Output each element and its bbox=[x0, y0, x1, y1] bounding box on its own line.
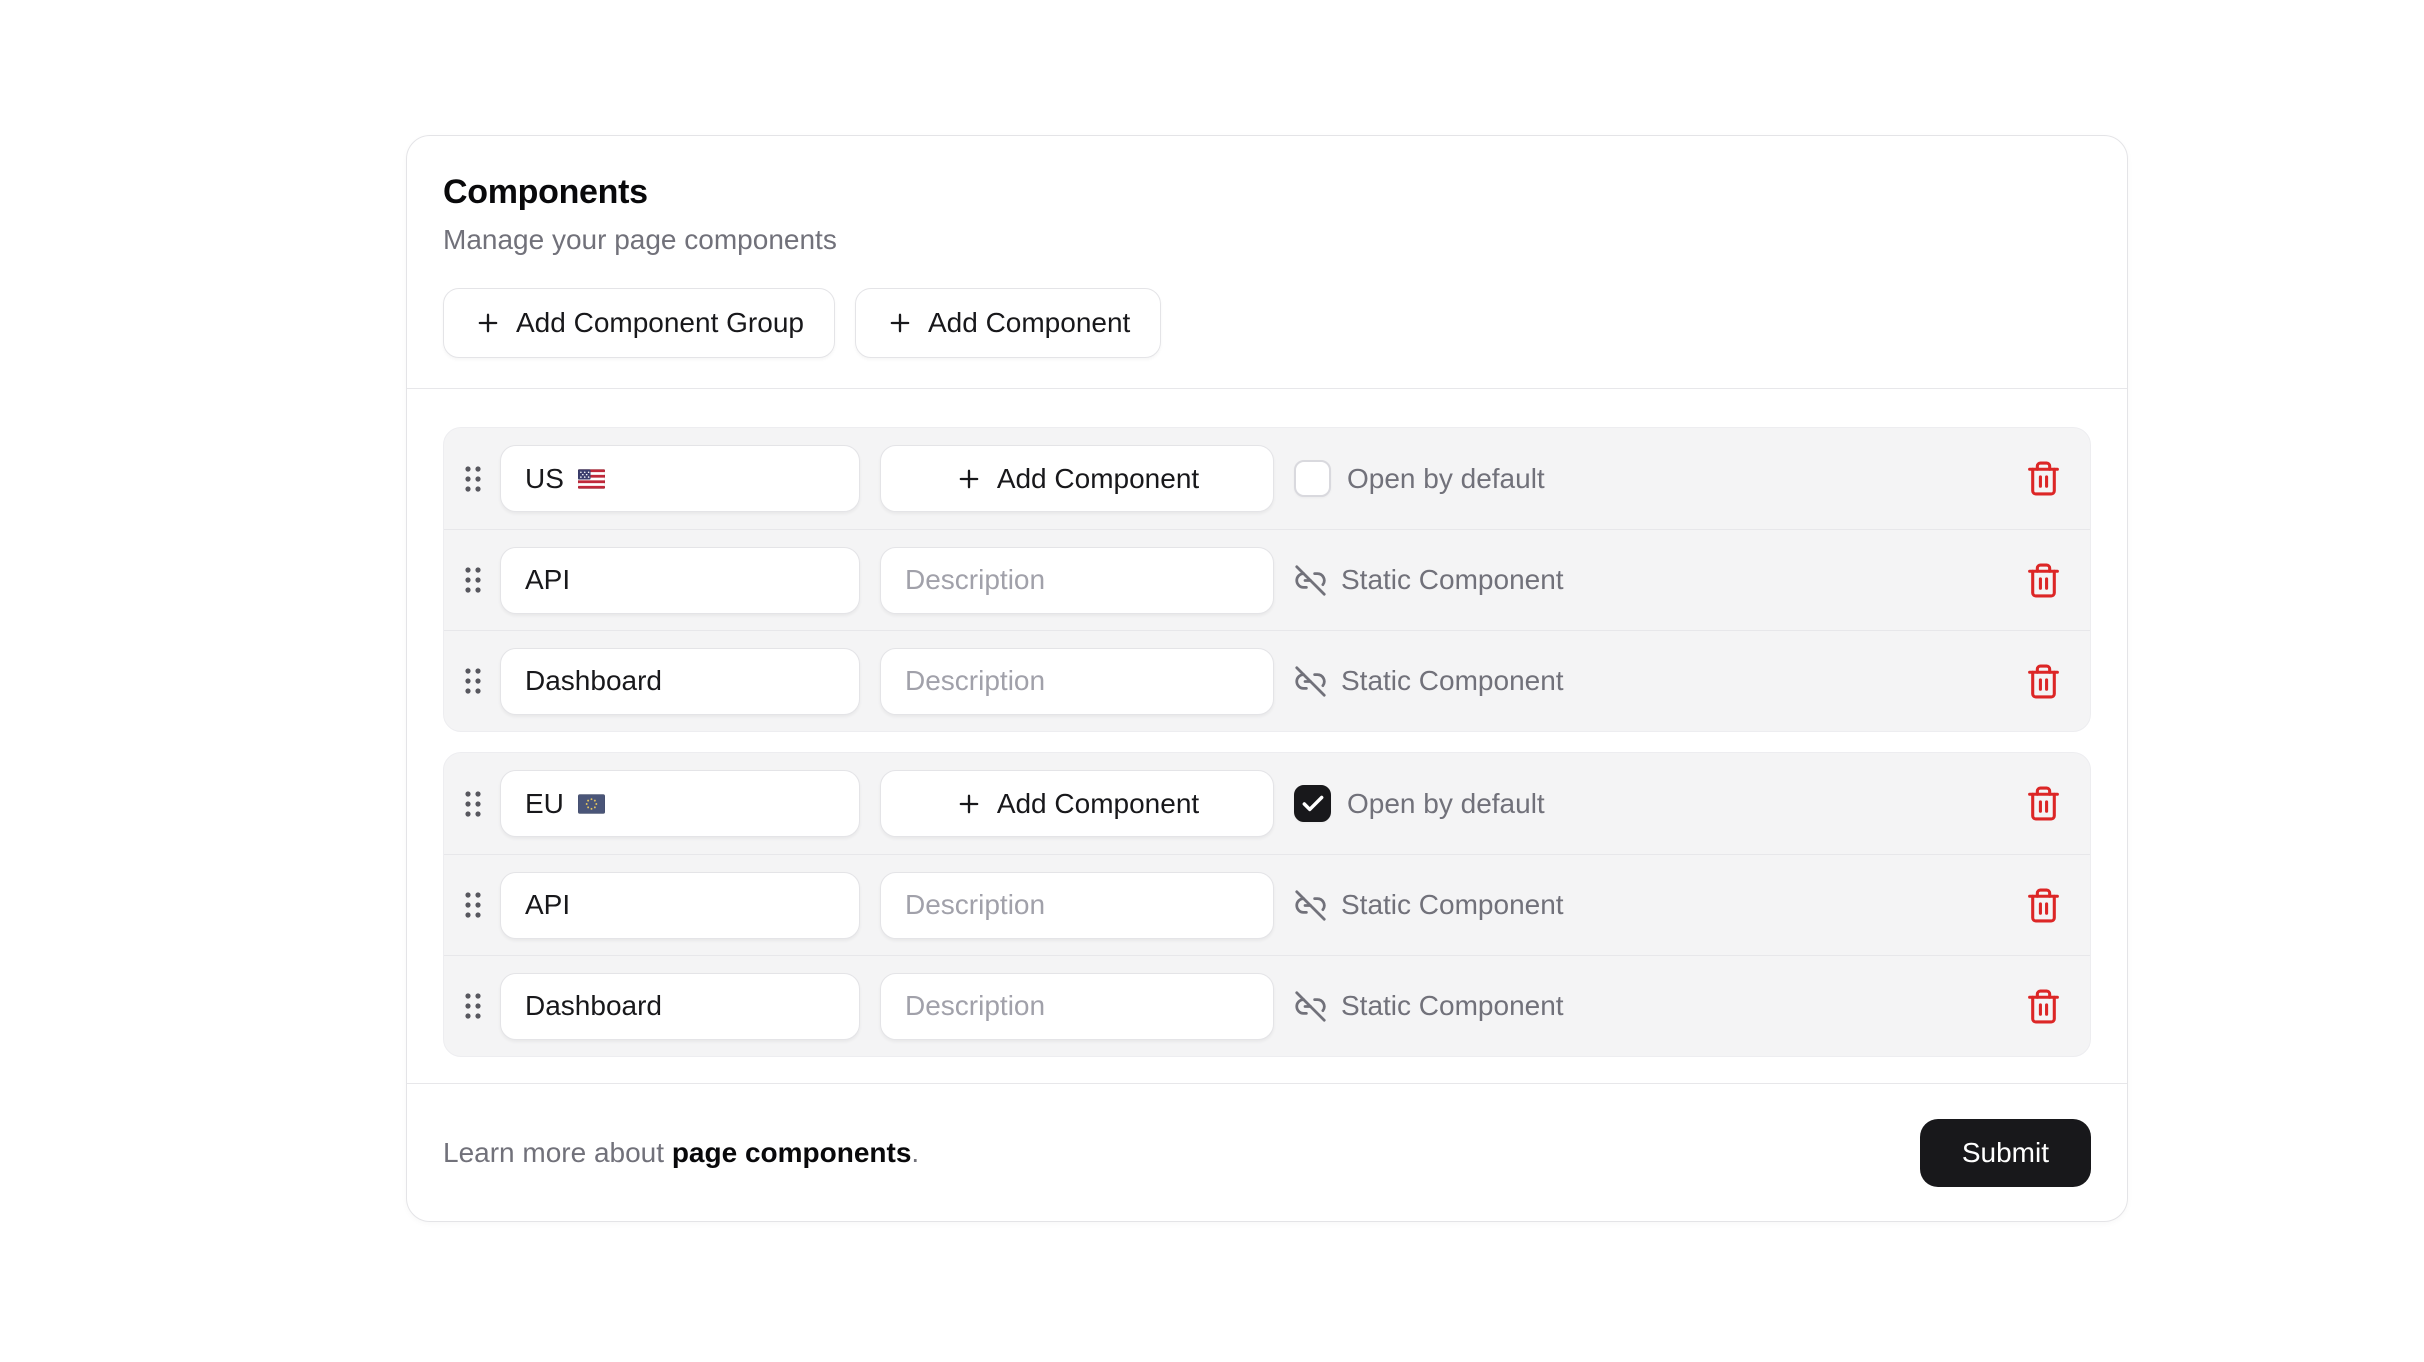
drag-handle[interactable] bbox=[462, 465, 484, 493]
unlink-icon bbox=[1294, 665, 1327, 698]
eu-flag-icon bbox=[578, 794, 605, 814]
component-name-input[interactable] bbox=[500, 547, 860, 614]
component-name-input[interactable] bbox=[500, 973, 860, 1040]
static-component-indicator: Static Component bbox=[1294, 564, 1564, 597]
component-description-input[interactable] bbox=[880, 872, 1274, 939]
component-description-input[interactable] bbox=[880, 648, 1274, 715]
header-actions: Add Component Group Add Component bbox=[443, 288, 2091, 358]
grip-dots-icon bbox=[463, 992, 483, 1020]
group-name-value: US bbox=[525, 463, 564, 495]
check-icon bbox=[1300, 791, 1326, 817]
add-component-button[interactable]: Add Component bbox=[855, 288, 1161, 358]
page-subtitle: Manage your page components bbox=[443, 222, 2091, 258]
unlink-icon bbox=[1294, 564, 1327, 597]
plus-icon bbox=[886, 309, 914, 337]
static-component-indicator: Static Component bbox=[1294, 990, 1564, 1023]
plus-icon bbox=[955, 465, 983, 493]
add-component-group-button[interactable]: Add Component Group bbox=[443, 288, 835, 358]
group-name-value: EU bbox=[525, 788, 564, 820]
drag-handle[interactable] bbox=[462, 891, 484, 919]
component-row: Static Component bbox=[444, 630, 2090, 731]
submit-button[interactable]: Submit bbox=[1920, 1119, 2091, 1187]
component-row: Static Component bbox=[444, 529, 2090, 630]
drag-handle[interactable] bbox=[462, 667, 484, 695]
learn-more-text: Learn more about page components. bbox=[443, 1137, 919, 1169]
unlink-icon bbox=[1294, 889, 1327, 922]
open-by-default-label: Open by default bbox=[1347, 788, 1545, 820]
card-header: Components Manage your page components A… bbox=[407, 136, 2127, 388]
component-name-input[interactable] bbox=[500, 872, 860, 939]
component-group-us: US Add Component Open by default bbox=[443, 427, 2091, 732]
static-component-indicator: Static Component bbox=[1294, 889, 1564, 922]
delete-component-button[interactable] bbox=[2019, 982, 2068, 1031]
unlink-icon bbox=[1294, 990, 1327, 1023]
group-header-row: US Add Component Open by default bbox=[444, 428, 2090, 529]
component-groups-list: US Add Component Open by default bbox=[407, 388, 2127, 1083]
page-components-link[interactable]: page components bbox=[672, 1137, 912, 1168]
grip-dots-icon bbox=[463, 667, 483, 695]
group-name-input[interactable]: EU bbox=[500, 770, 860, 837]
delete-component-button[interactable] bbox=[2019, 556, 2068, 605]
trash-icon bbox=[2025, 460, 2062, 497]
open-by-default-control: Open by default bbox=[1294, 785, 1545, 822]
card-footer: Learn more about page components. Submit bbox=[407, 1083, 2127, 1221]
open-by-default-label: Open by default bbox=[1347, 463, 1545, 495]
learn-more-prefix: Learn more about bbox=[443, 1137, 672, 1168]
delete-group-button[interactable] bbox=[2019, 454, 2068, 503]
plus-icon bbox=[955, 790, 983, 818]
grip-dots-icon bbox=[463, 790, 483, 818]
trash-icon bbox=[2025, 988, 2062, 1025]
group-header-row: EU Add Component Open by default bbox=[444, 753, 2090, 854]
group-add-component-button[interactable]: Add Component bbox=[880, 770, 1274, 837]
trash-icon bbox=[2025, 887, 2062, 924]
static-component-label: Static Component bbox=[1341, 990, 1564, 1022]
trash-icon bbox=[2025, 562, 2062, 599]
page-title: Components bbox=[443, 172, 2091, 212]
grip-dots-icon bbox=[463, 891, 483, 919]
static-component-label: Static Component bbox=[1341, 665, 1564, 697]
trash-icon bbox=[2025, 785, 2062, 822]
trash-icon bbox=[2025, 663, 2062, 700]
drag-handle[interactable] bbox=[462, 790, 484, 818]
delete-component-button[interactable] bbox=[2019, 657, 2068, 706]
drag-handle[interactable] bbox=[462, 566, 484, 594]
static-component-label: Static Component bbox=[1341, 889, 1564, 921]
component-row: Static Component bbox=[444, 955, 2090, 1056]
open-by-default-checkbox[interactable] bbox=[1294, 785, 1331, 822]
group-add-component-button[interactable]: Add Component bbox=[880, 445, 1274, 512]
delete-component-button[interactable] bbox=[2019, 881, 2068, 930]
group-name-input[interactable]: US bbox=[500, 445, 860, 512]
components-card: Components Manage your page components A… bbox=[406, 135, 2128, 1222]
add-component-group-label: Add Component Group bbox=[516, 307, 804, 339]
component-description-input[interactable] bbox=[880, 973, 1274, 1040]
add-component-label: Add Component bbox=[928, 307, 1130, 339]
component-description-input[interactable] bbox=[880, 547, 1274, 614]
static-component-label: Static Component bbox=[1341, 564, 1564, 596]
static-component-indicator: Static Component bbox=[1294, 665, 1564, 698]
drag-handle[interactable] bbox=[462, 992, 484, 1020]
open-by-default-checkbox[interactable] bbox=[1294, 460, 1331, 497]
delete-group-button[interactable] bbox=[2019, 779, 2068, 828]
grip-dots-icon bbox=[463, 566, 483, 594]
us-flag-icon bbox=[578, 469, 605, 489]
component-group-eu: EU Add Component Open by default bbox=[443, 752, 2091, 1057]
plus-icon bbox=[474, 309, 502, 337]
learn-more-suffix: . bbox=[911, 1137, 919, 1168]
grip-dots-icon bbox=[463, 465, 483, 493]
component-row: Static Component bbox=[444, 854, 2090, 955]
open-by-default-control: Open by default bbox=[1294, 460, 1545, 497]
component-name-input[interactable] bbox=[500, 648, 860, 715]
